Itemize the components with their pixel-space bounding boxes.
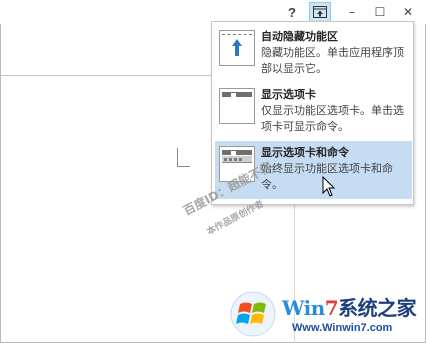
logo-seven: 7: [324, 296, 339, 320]
logo-url: Www.Winwin7.com: [292, 322, 393, 334]
page-corner-mark-h: [178, 166, 190, 167]
help-icon: ?: [288, 4, 296, 20]
logo-win: Win: [282, 296, 325, 320]
minimize-button[interactable]: –: [341, 2, 363, 22]
minimize-icon: –: [349, 5, 355, 19]
ribbon-display-options-icon: [313, 6, 327, 18]
show-tabs-icon: [219, 88, 255, 124]
menu-item-title: 显示选项卡: [261, 88, 316, 101]
page-corner-mark: [177, 148, 178, 167]
maximize-button[interactable]: ☐: [369, 2, 391, 22]
menu-item-description: 隐藏功能区。单击应用程序顶部以显示它。: [261, 46, 404, 75]
close-icon: ✕: [402, 5, 414, 19]
menu-item-auto-hide-ribbon[interactable]: 自动隐藏功能区 隐藏功能区。单击应用程序顶部以显示它。: [215, 25, 412, 83]
win7-logo: Win7系统之家 Www.Winwin7.com: [228, 288, 424, 342]
menu-item-show-tabs[interactable]: 显示选项卡 仅显示功能区选项卡。单击选项卡可显示命令。: [215, 83, 412, 141]
logo-cn-text: 系统之家: [338, 296, 417, 320]
windows-flag-icon: [230, 291, 276, 337]
maximize-icon: ☐: [374, 5, 386, 19]
logo-wordmark: Win7系统之家: [282, 292, 417, 321]
ribbon-divider: [0, 75, 216, 76]
menu-item-title: 自动隐藏功能区: [261, 30, 338, 43]
mouse-pointer-icon: [322, 176, 336, 197]
menu-item-title: 显示选项卡和命令: [261, 146, 349, 159]
auto-hide-ribbon-icon: [219, 30, 255, 66]
close-button[interactable]: ✕: [397, 2, 419, 22]
help-button[interactable]: ?: [281, 2, 303, 22]
ribbon-display-options-button[interactable]: [309, 2, 331, 22]
menu-item-description: 仅显示功能区选项卡。单击选项卡可显示命令。: [261, 104, 404, 133]
